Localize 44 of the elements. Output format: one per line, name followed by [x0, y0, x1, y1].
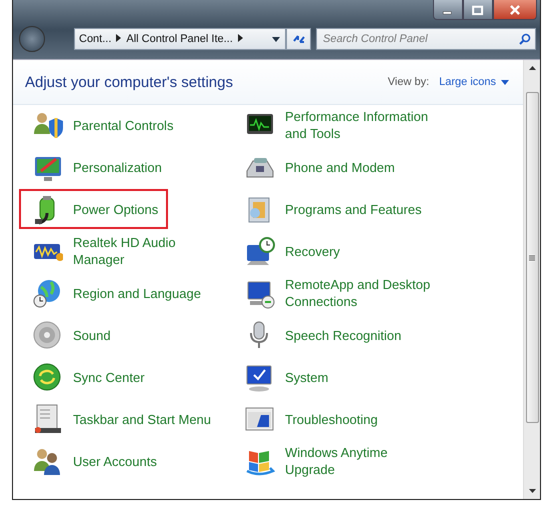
control-panel-item[interactable]: Power Options	[19, 189, 168, 229]
maximize-icon	[472, 5, 484, 15]
address-bar[interactable]: Cont... All Control Panel Ite...	[74, 28, 286, 50]
scroll-up-arrow-icon[interactable]	[528, 66, 536, 70]
control-panel-item[interactable]: User Accounts	[19, 441, 167, 481]
maximize-button[interactable]	[463, 0, 493, 20]
chevron-right-icon[interactable]	[238, 34, 243, 42]
chevron-right-icon[interactable]	[116, 34, 122, 42]
control-panel-item[interactable]: RemoteApp and Desktop Connections	[231, 273, 445, 313]
globe-clock-icon	[31, 277, 63, 309]
search-field[interactable]: Search Control Panel	[316, 28, 536, 50]
scroll-down-arrow-icon[interactable]	[528, 489, 536, 493]
minimize-button[interactable]	[433, 0, 463, 20]
control-panel-item[interactable]: Windows Anytime Upgrade	[231, 441, 445, 481]
view-by-dropdown[interactable]: Large icons	[439, 76, 509, 88]
search-icon[interactable]	[519, 33, 531, 45]
back-button[interactable]	[19, 26, 45, 52]
minimize-icon	[442, 10, 452, 14]
breadcrumb[interactable]: Cont...	[79, 33, 112, 45]
control-panel-item[interactable]: Personalization	[19, 147, 172, 187]
control-panel-item[interactable]: Sound	[19, 315, 121, 355]
control-panel-item[interactable]: Realtek HD Audio Manager	[19, 231, 231, 271]
control-panel-item[interactable]: Taskbar and Start Menu	[19, 399, 222, 439]
grip-icon	[529, 254, 535, 260]
control-panel-item[interactable]: Parental Controls	[19, 105, 184, 145]
caret-icon	[501, 80, 509, 84]
control-panel-item[interactable]: Speech Recognition	[231, 315, 412, 355]
breadcrumb[interactable]: All Control Panel Ite...	[126, 33, 233, 45]
close-button[interactable]	[493, 0, 537, 20]
control-panel-item[interactable]: Phone and Modem	[231, 147, 405, 187]
control-panel-item[interactable]: System	[231, 357, 338, 397]
view-by-label: View by:	[388, 76, 430, 88]
control-panel-item[interactable]: Performance Information and Tools	[231, 105, 445, 145]
control-panel-item[interactable]: Programs and Features	[231, 189, 432, 229]
page-title: Adjust your computer's settings	[25, 74, 233, 90]
refresh-button[interactable]	[286, 28, 311, 50]
close-icon	[510, 4, 520, 15]
speaker-icon	[31, 319, 63, 351]
scrollbar[interactable]	[523, 60, 540, 499]
control-panel-item[interactable]: Troubleshooting	[231, 399, 388, 439]
control-panel-item[interactable]: Sync Center	[19, 357, 155, 397]
control-panel-item[interactable]: Recovery	[231, 231, 350, 271]
control-panel-item[interactable]: Region and Language	[19, 273, 211, 313]
sync-circle-icon	[31, 361, 63, 393]
